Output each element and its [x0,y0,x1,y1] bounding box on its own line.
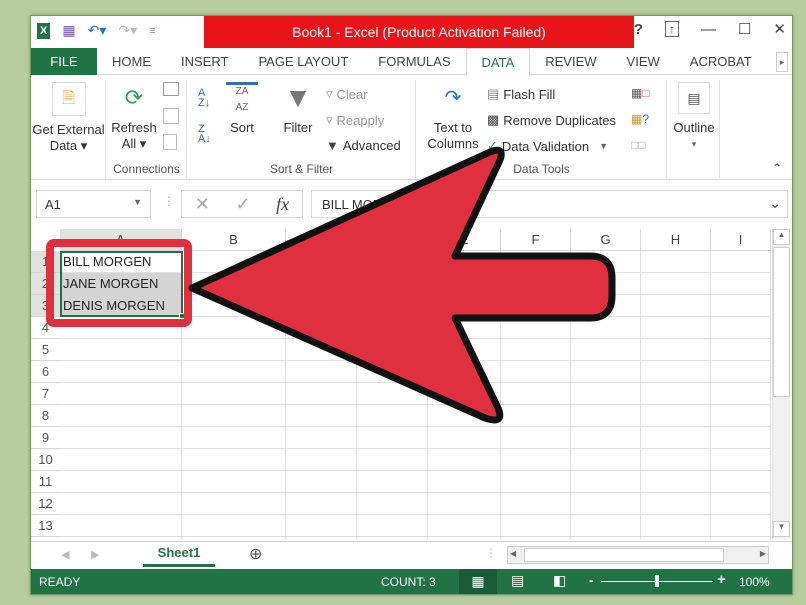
red-arrow-pointer [188,146,616,424]
annotation-overlay [46,146,616,424]
selection-highlight-box [46,239,192,327]
